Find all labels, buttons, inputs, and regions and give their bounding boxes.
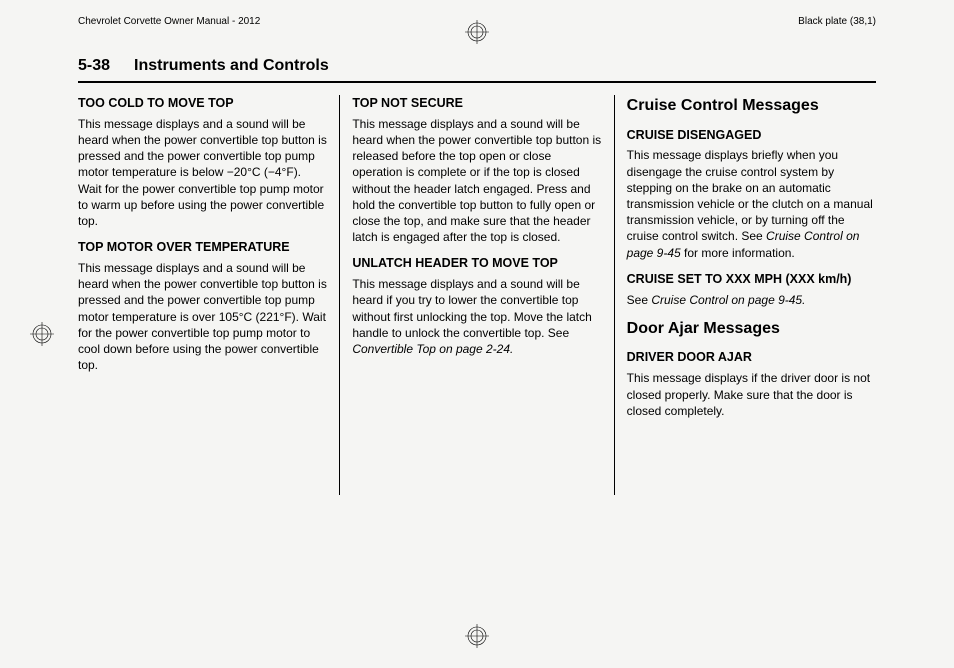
section-heading: Door Ajar Messages	[627, 318, 876, 340]
page-header: 5-38 Instruments and Controls	[78, 57, 876, 83]
body-text: This message displays briefly when you d…	[627, 147, 876, 260]
column-1: TOO COLD TO MOVE TOP This message displa…	[78, 95, 339, 495]
page-title: Instruments and Controls	[134, 57, 329, 75]
cross-reference: Convertible Top on page 2‑24.	[352, 342, 513, 356]
body-text: This message displays and a sound will b…	[352, 116, 601, 246]
column-3: Cruise Control Messages CRUISE DISENGAGE…	[615, 95, 876, 495]
registration-mark-left	[30, 322, 54, 346]
body-text: This message displays and a sound will b…	[352, 276, 601, 357]
body-text: This message displays and a sound will b…	[78, 260, 327, 373]
body-text: This message displays and a sound will b…	[78, 116, 327, 229]
column-2: TOP NOT SECURE This message displays and…	[340, 95, 613, 495]
section-heading: Cruise Control Messages	[627, 95, 876, 117]
msg-heading: UNLATCH HEADER TO MOVE TOP	[352, 255, 601, 272]
msg-heading: CRUISE SET TO XXX MPH (XXX km/h)	[627, 271, 876, 288]
cross-reference: Cruise Control on page 9‑45.	[651, 293, 805, 307]
body-text: This message displays if the driver door…	[627, 370, 876, 419]
registration-mark-top	[465, 20, 489, 44]
registration-mark-bottom	[465, 624, 489, 648]
msg-heading: DRIVER DOOR AJAR	[627, 349, 876, 366]
page-number: 5-38	[78, 57, 110, 75]
manual-title: Chevrolet Corvette Owner Manual - 2012	[78, 16, 260, 27]
msg-heading: TOO COLD TO MOVE TOP	[78, 95, 327, 112]
body-text: See Cruise Control on page 9‑45.	[627, 292, 876, 308]
msg-heading: TOP MOTOR OVER TEMPERATURE	[78, 239, 327, 256]
msg-heading: TOP NOT SECURE	[352, 95, 601, 112]
plate-info: Black plate (38,1)	[798, 16, 876, 27]
msg-heading: CRUISE DISENGAGED	[627, 127, 876, 144]
